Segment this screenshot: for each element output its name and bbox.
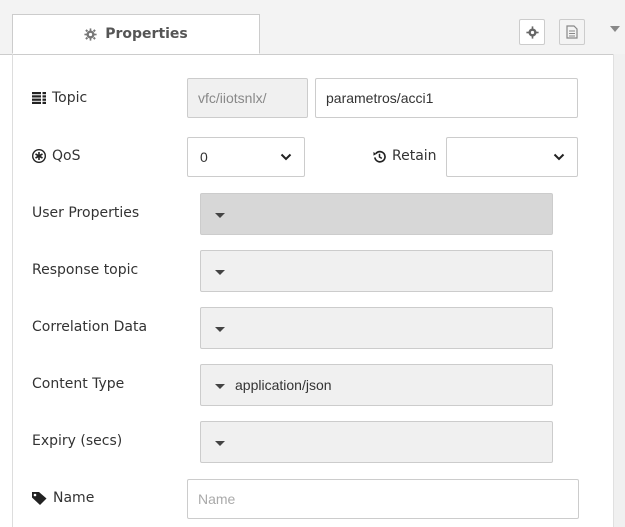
name-label: Name (32, 478, 94, 518)
qos-label-text: QoS (52, 148, 81, 164)
gear-icon (525, 25, 539, 39)
correlation-data-field[interactable] (200, 307, 553, 349)
retain-select[interactable] (446, 137, 578, 177)
name-label-text: Name (53, 490, 95, 506)
chevron-down-icon (553, 153, 565, 161)
retain-label-text: Retain (392, 148, 437, 164)
caret-down-icon[interactable] (215, 440, 225, 446)
qos-select[interactable]: 0 (187, 137, 305, 177)
caret-down-icon[interactable] (215, 212, 225, 218)
response-topic-field[interactable] (200, 250, 553, 292)
qos-select-value: 0 (200, 149, 208, 165)
asterisk-circle-icon (32, 149, 46, 163)
chevron-down-icon (280, 153, 292, 161)
document-icon (566, 25, 578, 39)
tab-bar: Properties (0, 0, 625, 55)
description-button[interactable] (559, 19, 585, 45)
name-input[interactable]: Name (187, 479, 579, 519)
tab-label: Properties (105, 26, 188, 42)
user-properties-field[interactable] (200, 193, 553, 235)
caret-down-icon[interactable] (215, 326, 225, 332)
tag-icon (32, 491, 47, 505)
response-topic-label: Response topic (32, 262, 139, 278)
scrollbar[interactable] (613, 54, 625, 527)
tasks-icon (32, 92, 46, 104)
caret-down-icon[interactable] (215, 269, 225, 275)
correlation-data-label: Correlation Data (32, 319, 148, 335)
gear-icon (84, 27, 97, 41)
qos-label: QoS (32, 136, 80, 176)
settings-button[interactable] (519, 19, 545, 45)
content-type-value: application/json (235, 377, 332, 393)
content-type-field[interactable]: application/json (200, 364, 553, 406)
history-icon (373, 150, 386, 163)
retain-label: Retain (373, 136, 437, 176)
expiry-label: Expiry (secs) (32, 433, 123, 449)
topic-input[interactable]: parametros/acci1 (315, 78, 578, 118)
expiry-field[interactable] (200, 421, 553, 463)
topic-label: Topic (32, 78, 87, 118)
tab-properties[interactable]: Properties (12, 14, 260, 54)
caret-down-icon[interactable] (215, 383, 225, 389)
caret-down-icon[interactable] (610, 26, 620, 32)
topic-label-text: Topic (52, 90, 88, 106)
user-properties-label: User Properties (32, 205, 140, 221)
topic-prefix-field: vfc/iiotsnlx/ (187, 78, 308, 118)
content-type-label: Content Type (32, 376, 125, 392)
node-edit-dialog: Properties Topic vfc/iiotsnlx/ parametro… (0, 0, 625, 527)
